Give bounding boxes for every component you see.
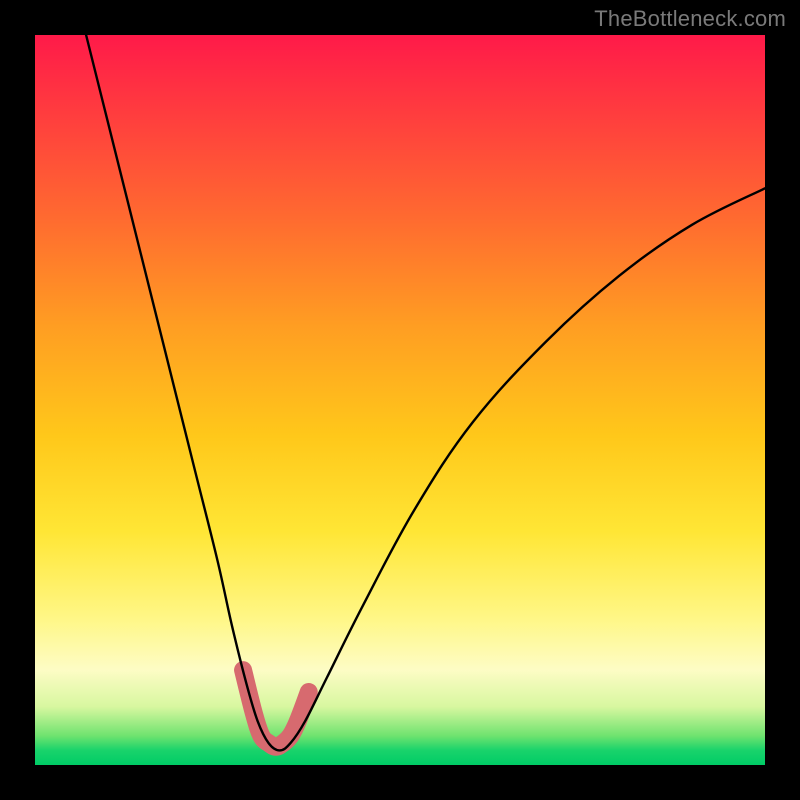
plot-area	[35, 35, 765, 765]
curve-layer	[35, 35, 765, 765]
bottleneck-curve-path	[86, 35, 765, 750]
watermark-text: TheBottleneck.com	[594, 6, 786, 32]
chart-frame: TheBottleneck.com	[0, 0, 800, 800]
